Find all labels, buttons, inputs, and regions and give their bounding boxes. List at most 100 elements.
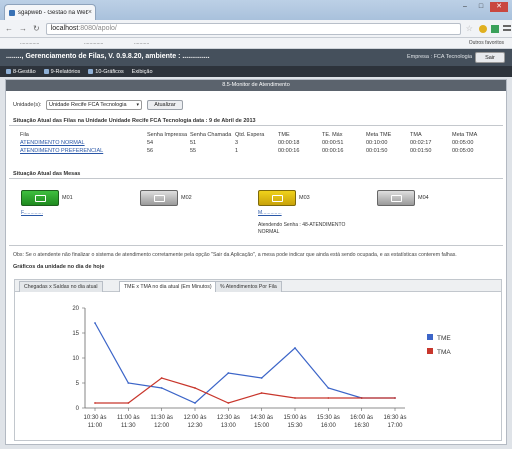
browser-tab[interactable]: sgapweb - Gestão na Web ×: [4, 4, 96, 20]
menu-gestao[interactable]: 8-Gestão: [6, 69, 36, 75]
url-path: :8080/apolo/: [78, 25, 117, 32]
unidade-select[interactable]: Unidade Recife FCA Tecnologia ▾: [46, 100, 142, 110]
tab-atendimentos-fila[interactable]: % Atendimentos Por Fila: [215, 281, 282, 292]
forward-icon[interactable]: →: [19, 24, 27, 33]
sair-button[interactable]: Sair: [475, 52, 505, 63]
x-tick-label: 11:00 às: [117, 415, 140, 421]
header-tma: TMA: [410, 132, 422, 138]
reload-icon[interactable]: ↻: [33, 24, 40, 33]
divider: [9, 245, 503, 246]
desk-m03-label: M03: [299, 195, 310, 201]
maximize-icon[interactable]: □: [474, 2, 488, 12]
table-cell: 00:00:16: [278, 148, 300, 154]
back-icon[interactable]: ←: [5, 24, 13, 33]
desk-m03-link[interactable]: M..............: [258, 210, 282, 216]
extension-icon[interactable]: [490, 24, 499, 33]
monitor-icon: [391, 195, 402, 202]
data-point-tme: [160, 387, 163, 389]
chevron-down-icon: ▾: [136, 102, 139, 108]
menu-icon[interactable]: [502, 24, 511, 31]
empresa-label: Empresa : FCA Tecnologia: [406, 54, 472, 60]
data-point-tma: [227, 402, 230, 404]
tab-tme-tma[interactable]: TME x TMA no dia atual (Em Minutos): [119, 281, 217, 292]
table-cell: 00:00:16: [322, 148, 344, 154]
menu-exibicao[interactable]: Exibição: [132, 69, 153, 75]
data-point-tme: [94, 322, 96, 324]
desk-m04-label: M04: [418, 195, 429, 201]
atualizar-button[interactable]: Atualizar: [147, 100, 183, 110]
app-header: ........, Gerenciamento de Filas, V. 0.9…: [0, 49, 512, 66]
close-window-icon[interactable]: ✕: [490, 2, 508, 12]
y-tick-label: 5: [76, 381, 80, 387]
close-tab-icon[interactable]: ×: [88, 9, 92, 16]
bookmark-item[interactable]: ..............: [20, 40, 39, 46]
data-point-tme: [127, 382, 130, 384]
x-tick-label: 17:00: [387, 423, 403, 429]
x-tick-label: 15:00 às: [283, 415, 306, 421]
table-cell: 1: [235, 148, 239, 154]
series-line-tme: [94, 322, 395, 404]
x-tick-label: 12:00: [154, 423, 170, 429]
bookmarks-bar: .............. .............. ..........…: [0, 38, 512, 49]
desk-m02[interactable]: [140, 190, 178, 206]
header-meta-tma: Meta TMA: [452, 132, 478, 138]
bookmark-item[interactable]: ..............: [84, 40, 103, 46]
monitor-icon: [154, 195, 165, 202]
desk-m03[interactable]: [258, 190, 296, 206]
data-point-tma: [160, 377, 163, 379]
x-tick-label: 15:00: [254, 423, 270, 429]
x-tick-label: 16:30: [354, 423, 370, 429]
bookmark-item[interactable]: ...........: [134, 40, 149, 46]
table-header: Fila Senha Impressa Senha Chamada Qtd. E…: [20, 132, 500, 140]
table-cell: 00:02:17: [410, 140, 432, 146]
tab-chegadas-saidas[interactable]: Chegadas x Saídas no dia atual: [19, 281, 103, 292]
url-host: localhost: [50, 25, 79, 32]
menu-graficos[interactable]: 10-Gráficos: [88, 68, 124, 75]
x-tick-label: 12:30: [187, 423, 203, 429]
monitor-icon: [272, 195, 283, 202]
divider: [9, 178, 503, 179]
legend-label-tma: TMA: [437, 349, 451, 356]
desk-m04[interactable]: [377, 190, 415, 206]
data-point-tma: [394, 397, 396, 399]
graphs-tabs: Chegadas x Saídas no dia atual TME x TMA…: [14, 279, 502, 441]
bookmark-star-icon[interactable]: ☆: [466, 24, 473, 33]
data-point-tma: [294, 397, 296, 399]
other-bookmarks[interactable]: Outros favoritos: [469, 40, 504, 46]
data-point-tme: [227, 372, 230, 374]
divider: [9, 125, 503, 126]
graphs-heading: Gráficos da unidade no dia de hoje: [13, 264, 105, 270]
menu-relatorios[interactable]: 9-Relatórios: [43, 68, 81, 75]
minimize-icon[interactable]: –: [458, 2, 472, 12]
data-point-tme: [194, 402, 196, 404]
queues-heading: Situação Atual das Filas na Unidade Unid…: [13, 118, 256, 124]
menu-relatorios-label: 9-Relatórios: [50, 68, 81, 75]
desk-m01-link[interactable]: F..............: [21, 210, 43, 216]
header-fila: Fila: [20, 132, 29, 138]
x-tick-label: 13:00: [221, 423, 237, 429]
desks-heading: Situação Atual das Mesas: [13, 171, 81, 177]
table-cell: 51: [190, 140, 197, 146]
browser-navbar: ← → ↻ localhost:8080/apolo/ ☆: [0, 20, 512, 38]
legend-swatch-tme: [427, 334, 433, 340]
queue-link[interactable]: ATENDIMENTO PREFERENCIAL: [20, 148, 103, 154]
data-point-tma: [327, 397, 330, 399]
menu-graficos-label: 10-Gráficos: [95, 68, 124, 75]
data-point-tma: [94, 402, 96, 404]
header-te-max: TE. Máx: [322, 132, 343, 138]
table-cell: 00:01:50: [366, 148, 388, 154]
x-tick-label: 16:30 às: [383, 415, 406, 421]
queue-link[interactable]: ATENDIMENTO NORMAL: [20, 140, 85, 146]
x-tick-label: 14:30 às: [250, 415, 273, 421]
x-tick-label: 11:30: [121, 423, 136, 429]
x-tick-label: 10:30 às: [83, 415, 106, 421]
x-tick-label: 11:00: [88, 423, 103, 429]
table-row: ATENDIMENTO NORMAL 54 51 3 00:00:18 00:0…: [20, 140, 500, 148]
desk-m01[interactable]: [21, 190, 59, 206]
extension-icon[interactable]: [478, 24, 487, 33]
main-menu: 8-Gestão 9-Relatórios 10-Gráficos Exibiç…: [0, 66, 512, 77]
header-meta-tme: Meta TME: [366, 132, 392, 138]
table-cell: 00:05:00: [452, 148, 474, 154]
x-tick-label: 12:30 às: [217, 415, 240, 421]
address-bar[interactable]: localhost:8080/apolo/: [45, 22, 461, 35]
